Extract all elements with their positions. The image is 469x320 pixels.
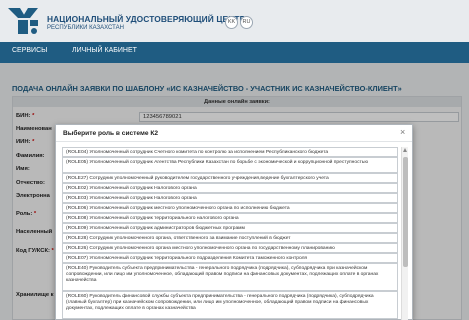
org-subtitle: РЕСПУБЛИКИ КАЗАХСТАН [47, 25, 124, 31]
role-select-dialog: Выберите роль в системе К2 × (ROLE04) Уп… [55, 124, 413, 320]
role-item[interactable]: (ROLE09) Уполномоченный сотрудник админи… [62, 223, 398, 233]
role-item[interactable]: (ROLE06) Уполномоченный сотрудник местно… [62, 203, 398, 213]
dialog-header: Выберите роль в системе К2 × [56, 125, 412, 142]
nav-item-services[interactable]: СЕРВИСЫ [12, 47, 47, 54]
role-item[interactable]: (ROLE08) Уполномоченный сотрудник террит… [62, 213, 398, 223]
role-item[interactable]: (ROLE60) Руководитель финансовой службы … [62, 291, 398, 319]
lang-ru-button[interactable]: RU [240, 16, 253, 29]
nav-item-cabinet[interactable]: ЛИЧНЫЙ КАБИНЕТ [72, 47, 137, 54]
close-icon[interactable]: × [400, 128, 405, 137]
lang-kk-button[interactable]: KK [225, 16, 238, 29]
role-item[interactable]: (ROLE05) Уполномоченный сотрудник Агентс… [62, 157, 398, 173]
org-title: НАЦИОНАЛЬНЫЙ УДОСТОВЕРЯЮЩИЙ ЦЕНТР [47, 14, 246, 24]
role-item[interactable]: (ROLE03) Уполномоченный сотрудник Налого… [62, 193, 398, 203]
dialog-title: Выберите роль в системе К2 [63, 130, 159, 137]
role-item[interactable]: (ROLE04) Уполномоченный сотрудник Счетно… [62, 147, 398, 157]
logo-icon [8, 8, 38, 34]
site-header: НАЦИОНАЛЬНЫЙ УДОСТОВЕРЯЮЩИЙ ЦЕНТР РЕСПУБ… [0, 0, 469, 42]
role-item[interactable]: (ROLE07) Уполномоченный сотрудник террит… [62, 253, 398, 263]
role-list: (ROLE04) Уполномоченный сотрудник Счетно… [62, 147, 398, 320]
main-nav: СЕРВИСЫ ЛИЧНЫЙ КАБИНЕТ [0, 42, 469, 63]
scrollbar-thumb[interactable] [403, 157, 408, 267]
role-item[interactable]: (ROLE26) Сотрудник уполномоченного орган… [62, 243, 398, 253]
scroll-up-icon[interactable] [403, 148, 407, 152]
role-list-scrollbar[interactable] [401, 147, 408, 320]
role-item[interactable]: (ROLE40) Руководитель субъекта предприни… [62, 263, 398, 291]
role-item[interactable]: (ROLE27) Сотрудник уполномоченный руково… [62, 173, 398, 183]
role-item[interactable]: (ROLE02) Уполномоченный сотрудник Налого… [62, 183, 398, 193]
role-item[interactable]: (ROLE28) Сотрудник уполномоченного орган… [62, 233, 398, 243]
